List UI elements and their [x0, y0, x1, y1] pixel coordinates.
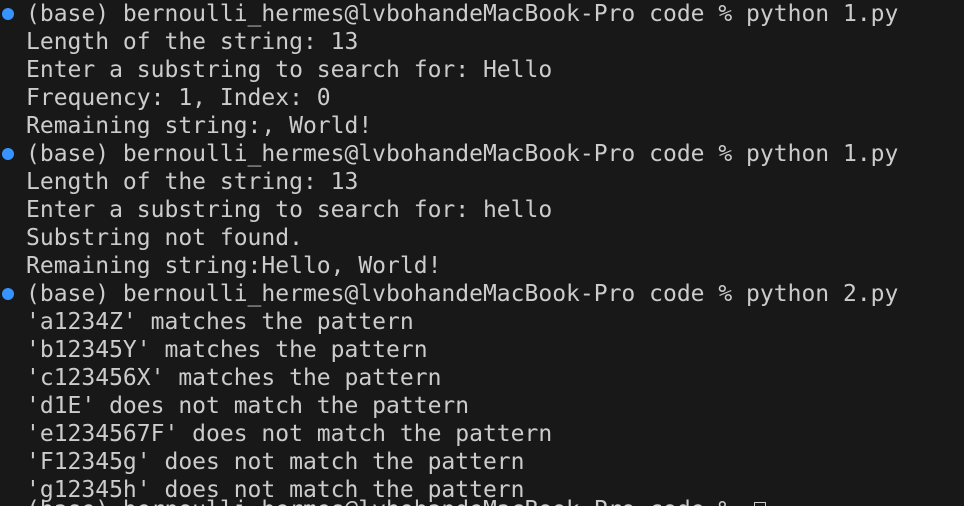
output-line: Length of the string: 13 — [26, 169, 359, 195]
output-line: Enter a substring to search for: Hello — [26, 57, 553, 83]
output-line: 'c123456X' matches the pattern — [26, 365, 442, 391]
output-line: Enter a substring to search for: hello — [26, 197, 553, 223]
terminal-cursor[interactable] — [754, 502, 766, 506]
output-line: Frequency: 1, Index: 0 — [26, 85, 331, 111]
prompt-line: (base) bernoulli_hermes@lvbohandeMacBook… — [26, 1, 899, 27]
output-line: 'e1234567F' does not match the pattern — [26, 421, 553, 447]
output-line: 'F12345g' does not match the pattern — [26, 449, 525, 475]
partial-prompt-line: (base) bernoulli_hermes@lvbohandeMacBook… — [26, 496, 732, 506]
prompt-status-dot-icon — [2, 148, 14, 160]
prompt-line: (base) bernoulli_hermes@lvbohandeMacBook… — [26, 141, 899, 167]
output-line: Length of the string: 13 — [26, 29, 359, 55]
terminal-output[interactable]: (base) bernoulli_hermes@lvbohandeMacBook… — [0, 0, 964, 506]
output-line: Remaining string:Hello, World! — [26, 253, 442, 279]
prompt-status-dot-icon — [2, 288, 14, 300]
output-line: 'a1234Z' matches the pattern — [26, 309, 414, 335]
output-line: 'd1E' does not match the pattern — [26, 393, 470, 419]
prompt-line: (base) bernoulli_hermes@lvbohandeMacBook… — [26, 281, 899, 307]
output-line: Remaining string:, World! — [26, 113, 373, 139]
prompt-status-dot-icon — [2, 8, 14, 20]
output-line: Substring not found. — [26, 225, 303, 251]
output-line: 'b12345Y' matches the pattern — [26, 337, 428, 363]
